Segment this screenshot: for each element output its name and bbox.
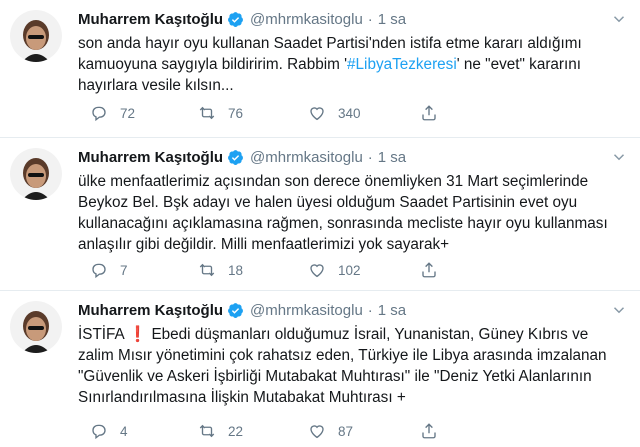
author-handle[interactable]: @mhrmkasitoglu [250, 11, 363, 28]
like-count: 340 [338, 105, 361, 121]
tweet-text-fragment: Ebedi düşmanları olduğumuz İsrail, Yunan… [147, 326, 589, 343]
retweet-count: 76 [228, 105, 244, 121]
reply-count: 7 [120, 262, 128, 278]
like-count: 87 [338, 423, 354, 439]
tweet-line: kullanacağını açıklamasına rağmen, sonra… [78, 215, 608, 232]
tweet-line: anlaşılır gibi değildir. Milli menfaatle… [78, 236, 450, 253]
tweet-line: Beykoz Bel. Bşk adayı ve halen üyesi old… [78, 194, 578, 211]
retweet-button[interactable]: 22 [198, 419, 243, 443]
avatar[interactable] [10, 301, 62, 353]
tweet[interactable]: Muharrem Kaşıtoğlu @mhrmkasitoglu · 1 sa… [0, 0, 640, 137]
reply-icon [92, 263, 106, 279]
verified-badge-icon [227, 149, 244, 166]
timestamp[interactable]: 1 sa [378, 149, 406, 166]
tweet-text: İSTİFA ❗ Ebedi düşmanları olduğumuz İsra… [78, 324, 634, 408]
like-count: 102 [338, 262, 361, 278]
timestamp[interactable]: 1 sa [378, 302, 406, 319]
timestamp[interactable]: 1 sa [378, 11, 406, 28]
caret-down-icon[interactable] [610, 148, 628, 166]
reply-button[interactable]: 7 [90, 258, 128, 282]
tweet-text: son anda hayır oyu kullanan Saadet Parti… [78, 33, 634, 96]
author-name[interactable]: Muharrem Kaşıtoğlu [78, 149, 223, 166]
author-handle[interactable]: @mhrmkasitoglu [250, 149, 363, 166]
tweet-line: Sınırlandırılmasına İlişkin Mutabakat Mu… [78, 389, 406, 406]
tweet-line: hayırlara vesile kılsın... [78, 77, 234, 94]
share-icon [422, 423, 436, 439]
tweet[interactable]: Muharrem Kaşıtoğlu @mhrmkasitoglu · 1 sa… [0, 290, 640, 447]
reply-icon [92, 424, 106, 440]
share-button[interactable] [420, 419, 438, 443]
retweet-icon [199, 424, 215, 438]
reply-count: 4 [120, 423, 128, 439]
separator: · [367, 148, 373, 166]
hashtag-link[interactable]: #LibyaTezkeresi [347, 56, 457, 73]
reply-count: 72 [120, 105, 136, 121]
like-icon [310, 107, 324, 121]
like-button[interactable]: 87 [308, 419, 353, 443]
tweet-text: ülke menfaatlerimiz açısından son derece… [78, 171, 634, 255]
reply-icon [92, 106, 106, 122]
tweet-line: kamuoyuna saygıyla bildiririm. Rabbim '#… [78, 54, 634, 75]
tweet-line: son anda hayır oyu kullanan Saadet Parti… [78, 35, 582, 52]
tweet-text-fragment: İSTİFA [78, 326, 129, 343]
author-handle[interactable]: @mhrmkasitoglu [250, 302, 363, 319]
author-name[interactable]: Muharrem Kaşıtoğlu [78, 11, 223, 28]
tweet-line: zalim Mısır yönetimini çok rahatsız eden… [78, 347, 607, 364]
tweet[interactable]: Muharrem Kaşıtoğlu @mhrmkasitoglu · 1 sa… [0, 137, 640, 290]
separator: · [367, 10, 373, 28]
share-icon [422, 262, 436, 278]
retweet-icon [199, 263, 215, 277]
tweet-text-fragment: ' ne "evet" kararını [456, 56, 582, 73]
retweet-button[interactable]: 76 [198, 101, 243, 125]
tweet-actions: 72 76 340 [90, 101, 510, 125]
tweet-line: İSTİFA ❗ Ebedi düşmanları olduğumuz İsra… [78, 324, 634, 345]
retweet-count: 22 [228, 423, 244, 439]
tweet-line: ülke menfaatlerimiz açısından son derece… [78, 173, 589, 190]
tweet-line: "Güvenlik ve Askeri İşbirliği Mutabakat … [78, 368, 592, 385]
like-button[interactable]: 340 [308, 101, 361, 125]
exclamation-emoji: ❗ [128, 326, 148, 343]
tweet-text-fragment: kamuoyuna saygıyla bildiririm. Rabbim ' [78, 56, 348, 73]
retweet-count: 18 [228, 262, 244, 278]
avatar[interactable] [10, 148, 62, 200]
like-icon [310, 425, 324, 439]
retweet-icon [199, 106, 215, 120]
share-button[interactable] [420, 258, 438, 282]
share-icon [422, 105, 436, 121]
separator: · [367, 301, 373, 319]
caret-down-icon[interactable] [610, 10, 628, 28]
reply-button[interactable]: 4 [90, 419, 128, 443]
tweet-actions: 4 22 87 [90, 419, 510, 443]
share-button[interactable] [420, 101, 438, 125]
reply-button[interactable]: 72 [90, 101, 135, 125]
like-button[interactable]: 102 [308, 258, 361, 282]
avatar[interactable] [10, 10, 62, 62]
retweet-button[interactable]: 18 [198, 258, 243, 282]
verified-badge-icon [227, 302, 244, 319]
author-name[interactable]: Muharrem Kaşıtoğlu [78, 302, 223, 319]
like-icon [310, 264, 324, 278]
verified-badge-icon [227, 11, 244, 28]
tweet-actions: 7 18 102 [90, 258, 510, 282]
caret-down-icon[interactable] [610, 301, 628, 319]
